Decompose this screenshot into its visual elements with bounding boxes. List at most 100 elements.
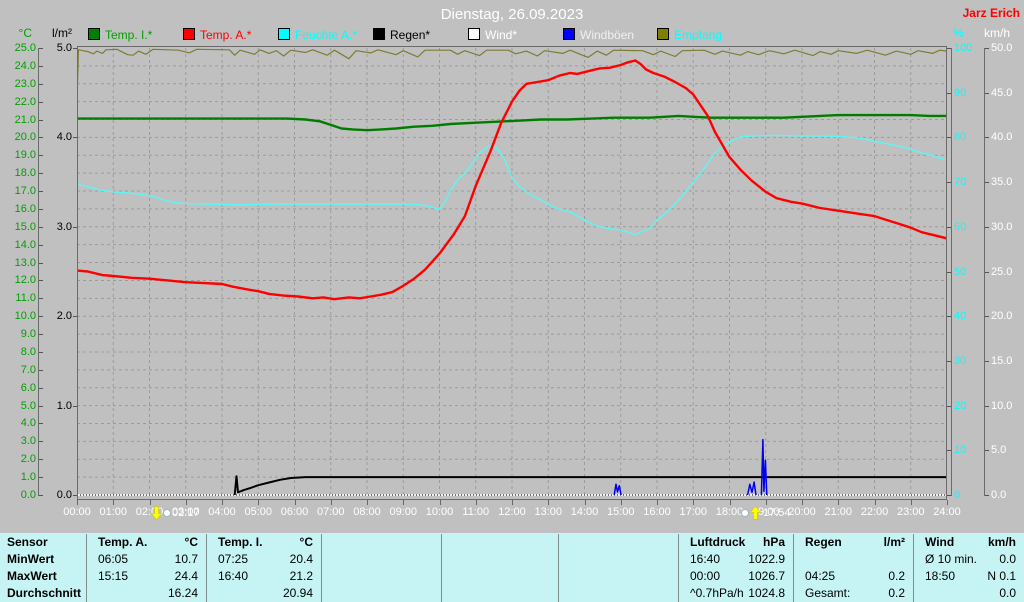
- series-windb-en: [761, 440, 766, 495]
- axis-tick-label: 20.0: [991, 310, 1021, 322]
- cell-time: [322, 551, 333, 568]
- cell-time: 15:15: [87, 568, 128, 585]
- axis-tick-label: 8.0: [6, 346, 36, 358]
- x-axis-tick: [77, 500, 78, 505]
- x-axis-tick: [113, 500, 114, 505]
- table-cell: Ø 10 min.0.0: [914, 551, 1024, 568]
- windb-en-swatch-icon: [563, 28, 575, 40]
- cell-value: 0.2: [888, 585, 913, 602]
- cell-value: [670, 534, 678, 551]
- cell-time: [442, 585, 453, 602]
- cell-time: [442, 534, 453, 551]
- axis-tick-label: 23.0: [6, 78, 36, 90]
- table-col-header: Temp. I.°C: [207, 534, 322, 551]
- cell-value: 24.4: [175, 568, 206, 585]
- axis-tick-label: 40.0: [991, 131, 1021, 143]
- table-col-header: Windkm/h: [914, 534, 1024, 551]
- axis-tick-label: 19.0: [6, 149, 36, 161]
- axis-tick-label: 45.0: [991, 87, 1021, 99]
- axis-tick-label: 12.0: [6, 274, 36, 286]
- x-axis-tick: [512, 500, 513, 505]
- axis-tick-label: 4.0: [6, 417, 36, 429]
- x-axis-tick: [875, 500, 876, 505]
- table-cell: 20.94: [207, 585, 322, 602]
- table-cell: ^0.7hPa/h1024.8: [679, 585, 794, 602]
- axis-tick-label: 1.0: [44, 400, 72, 412]
- cell-value: 1026.7: [748, 568, 793, 585]
- axis-tick-label: 21.0: [6, 114, 36, 126]
- cell-value: 16.24: [168, 585, 206, 602]
- table-cell: 04:250.2: [794, 568, 914, 585]
- table-cell: 0.0: [914, 585, 1024, 602]
- axis-tick-label: 3.0: [6, 435, 36, 447]
- axis-tick-label: 100: [954, 42, 978, 54]
- cell-value: [433, 585, 441, 602]
- cell-value: [550, 534, 558, 551]
- axis-tick-label: 3.0: [44, 221, 72, 233]
- cell-value: 10.7: [175, 551, 206, 568]
- axis-tick-label: 40: [954, 310, 978, 322]
- marker-moonset: 02:17: [151, 506, 200, 520]
- cell-value: [550, 551, 558, 568]
- cell-time: Temp. A.: [87, 534, 147, 551]
- axis-tick-label: 2.0: [44, 310, 72, 322]
- legend-label: Temp. I.*: [105, 28, 152, 42]
- x-axis-tick: [440, 500, 441, 505]
- cell-value: 20.94: [283, 585, 321, 602]
- x-axis-tick: [730, 500, 731, 505]
- axis-tick-label: 30.0: [991, 221, 1021, 233]
- moon-icon: [164, 510, 170, 516]
- temp-axis-line: [38, 48, 39, 496]
- cell-value: [670, 568, 678, 585]
- x-axis-tick: [403, 500, 404, 505]
- marker-moonrise: 17:54: [742, 506, 791, 520]
- table-cell: 16.24: [87, 585, 207, 602]
- cell-time: [87, 585, 98, 602]
- axis-tick-label: 5.0: [6, 400, 36, 412]
- x-axis-tick: [295, 500, 296, 505]
- cell-value: [905, 551, 913, 568]
- axis-tick-label: 0.0: [991, 489, 1021, 501]
- table-cell: [559, 551, 679, 568]
- user-name: Jarz Erich: [963, 6, 1020, 20]
- table-cell: [559, 585, 679, 602]
- x-axis-tick: [331, 500, 332, 505]
- cell-value: 1024.8: [748, 585, 793, 602]
- cell-time: [559, 568, 570, 585]
- cell-value: 0.0: [999, 585, 1024, 602]
- x-axis-tick: [258, 500, 259, 505]
- axis-tick-label: 50.0: [991, 42, 1021, 54]
- x-axis-tick: [838, 500, 839, 505]
- page-title: Dienstag, 26.09.2023: [0, 6, 1024, 23]
- cell-value: [433, 551, 441, 568]
- x-axis-tick: [222, 500, 223, 505]
- axis-tick-label: 6.0: [6, 382, 36, 394]
- axis-tick-label: 90: [954, 87, 978, 99]
- cell-time: [322, 534, 333, 551]
- cell-time: [794, 551, 805, 568]
- axis-tick-label: 17.0: [6, 185, 36, 197]
- table-col-header: Temp. A.°C: [87, 534, 207, 551]
- axis-tick-label: 30: [954, 355, 978, 367]
- axis-tick-label: 60: [954, 221, 978, 233]
- cell-value: [433, 534, 441, 551]
- table-row-label: MaxWert: [0, 568, 87, 585]
- x-axis-tick: [186, 500, 187, 505]
- legend-label: Wind*: [485, 28, 517, 42]
- cell-value: 20.4: [290, 551, 321, 568]
- summary-table: SensorTemp. A.°CTemp. I.°CLuftdruckhPaRe…: [0, 534, 1024, 602]
- cell-time: [559, 551, 570, 568]
- series-windb-en: [748, 482, 756, 495]
- table-col-header: LuftdruckhPa: [679, 534, 794, 551]
- temp-i-swatch-icon: [88, 28, 100, 40]
- table-col-header: [322, 534, 442, 551]
- axis-tick-label: 5.0: [44, 42, 72, 54]
- cell-value: 1022.9: [748, 551, 793, 568]
- x-axis-tick: [657, 500, 658, 505]
- legend-item-temp-a: Temp. A.*: [183, 28, 251, 40]
- legend-item-windb-en: Windböen: [563, 28, 634, 40]
- axis-tick-label: 15.0: [6, 221, 36, 233]
- table-cell: 15:15 24.4: [87, 568, 207, 585]
- axis-tick-label: 15.0: [991, 355, 1021, 367]
- table-cell: [442, 551, 559, 568]
